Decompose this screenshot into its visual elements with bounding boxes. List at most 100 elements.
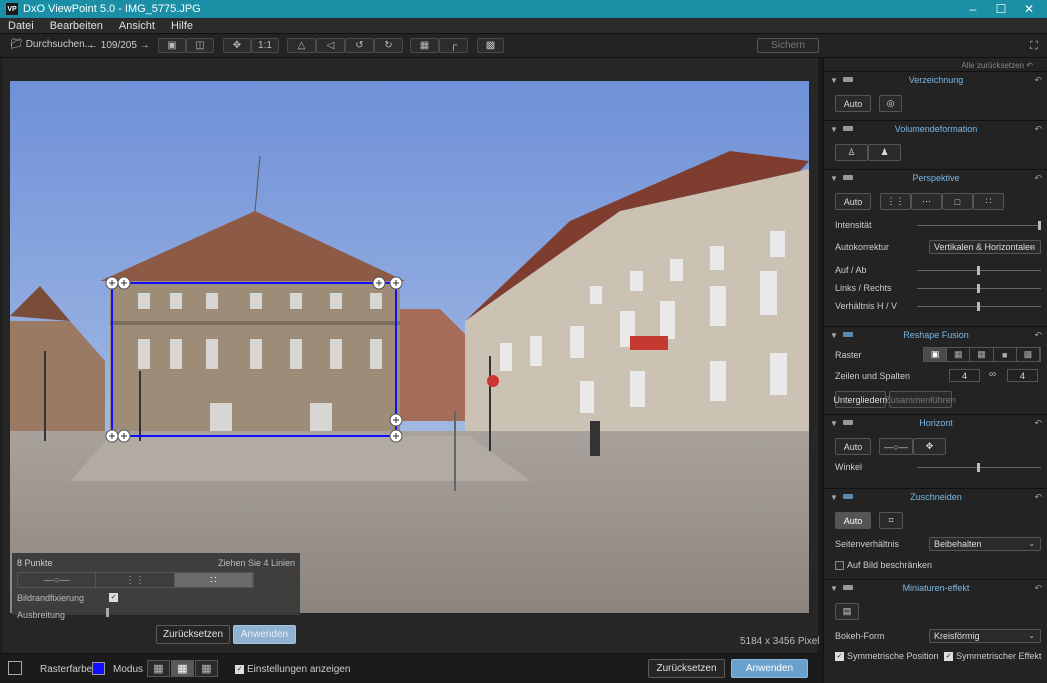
reshape-header[interactable]: ▼ Reshape Fusion ↶ (824, 327, 1047, 343)
aufab-slider[interactable] (917, 266, 1041, 275)
miniature-mode-icon[interactable]: ▤ (835, 603, 859, 620)
autokorrektur-dropdown[interactable]: Vertikalen & Horizontalen ⌄ (929, 240, 1041, 254)
fine-grid-icon[interactable]: ▦ (195, 660, 218, 677)
rows-stepper[interactable]: 4 (949, 369, 980, 382)
grid-2-icon[interactable]: ▦ (947, 348, 971, 361)
perspektive-header[interactable]: ▼ Perspektive ↶ (824, 170, 1047, 186)
section-reset-icon[interactable]: ↶ (1034, 492, 1042, 503)
section-miniatur: ▼ Miniaturen-effekt ↶ ▤ Bokeh-Form Kreis… (824, 579, 1047, 683)
ausbreitung-slider[interactable] (106, 608, 109, 617)
lens-profile-icon[interactable]: ◎ (879, 95, 902, 112)
bildrand-checkbox[interactable]: ✓ (109, 593, 118, 602)
maximize-button[interactable]: ☐ (987, 2, 1015, 16)
viewer-reset-button[interactable]: Zurücksetzen (156, 625, 230, 644)
zusammenfuehren-button[interactable]: Zusammenführen (885, 391, 956, 408)
section-reset-icon[interactable]: ↶ (1034, 173, 1042, 184)
zuschneiden-auto-button[interactable]: Auto (835, 512, 871, 529)
close-button[interactable]: ✕ (1015, 2, 1043, 16)
grid-icon[interactable]: ▦ (410, 38, 439, 53)
rect-grid-icon[interactable]: ▦ (171, 660, 194, 677)
winkel-slider[interactable] (917, 463, 1041, 472)
flip-horizontal-icon[interactable]: △ (287, 38, 316, 53)
bokeh-dropdown[interactable]: Kreisförmig ⌄ (929, 629, 1041, 643)
rotate-right-icon[interactable]: ↻ (374, 38, 403, 53)
minimize-button[interactable]: – (959, 2, 987, 16)
volume-spherical-icon[interactable]: ♟ (868, 144, 901, 161)
linksrechts-slider[interactable] (917, 284, 1041, 293)
aufab-knob[interactable] (977, 266, 980, 275)
raster-color-swatch[interactable] (92, 662, 105, 675)
menu-ansicht[interactable]: Ansicht (111, 20, 163, 32)
intensitaet-knob[interactable] (1038, 221, 1041, 230)
untergliedern-button[interactable]: Untergliedern (833, 391, 888, 408)
eight-points-icon[interactable]: ∷ (973, 193, 1004, 210)
ausbreitung-label: Ausbreitung (17, 610, 66, 620)
cols-stepper[interactable]: 4 (1007, 369, 1038, 382)
horizontal-lines-icon[interactable]: ⋯ (911, 193, 942, 210)
crop-icon[interactable]: ⌗ (879, 512, 903, 529)
section-reset-icon[interactable]: ↶ (1034, 418, 1042, 429)
reset-button[interactable]: Zurücksetzen (648, 659, 725, 678)
menu-datei[interactable]: Datei (0, 20, 42, 32)
winkel-label: Winkel (835, 462, 863, 472)
perspektive-auto-button[interactable]: Auto (835, 193, 871, 210)
volumen-title: Volumendeformation (894, 124, 978, 134)
show-settings-checkbox[interactable]: ✓ (235, 665, 244, 674)
miniatur-header[interactable]: ▼ Miniaturen-effekt ↶ (824, 580, 1047, 596)
vertical-lines-icon[interactable]: ⋮⋮ (880, 193, 911, 210)
prev-arrow-icon[interactable]: ← (88, 40, 98, 51)
verhaeltnis-knob[interactable] (977, 302, 980, 311)
apply-button[interactable]: Anwenden (731, 659, 808, 678)
winkel-knob[interactable] (977, 463, 980, 472)
section-reset-icon[interactable]: ↶ (1034, 330, 1042, 341)
viewer-apply-button[interactable]: Anwenden (233, 625, 296, 644)
verhaeltnis-slider[interactable] (917, 302, 1041, 311)
section-reset-icon[interactable]: ↶ (1034, 583, 1042, 594)
single-view-icon[interactable]: ▣ (158, 38, 186, 53)
compare-view-icon[interactable]: ◫ (186, 38, 214, 53)
preview-icon[interactable]: ▩ (477, 38, 504, 53)
grid-toggle-icon[interactable] (8, 661, 22, 675)
volumen-header[interactable]: ▼ Volumendeformation ↶ (824, 121, 1047, 137)
horizon-cross-icon[interactable]: ✥ (913, 438, 946, 455)
section-reset-icon[interactable]: ↶ (1034, 124, 1042, 135)
autokorrektur-label: Autokorrektur (835, 242, 890, 252)
grid-4-icon[interactable]: ■ (994, 348, 1017, 361)
sym-effect-checkbox[interactable]: ✓ (944, 652, 953, 661)
beschraenken-checkbox[interactable] (835, 561, 844, 570)
verzeichnung-header[interactable]: ▼ Verzeichnung ↶ (824, 72, 1047, 88)
link-icon[interactable]: ∞ (989, 369, 996, 380)
horizon-line-icon[interactable]: —○— (879, 438, 913, 455)
zuschneiden-header[interactable]: ▼ Zuschneiden ↶ (824, 489, 1047, 505)
fullscreen-icon[interactable]: ⛶ (1030, 40, 1038, 53)
rectangle-icon[interactable]: □ (942, 193, 973, 210)
browse-button[interactable]: 📁︎ Durchsuchen... (10, 39, 93, 50)
menu-hilfe[interactable]: Hilfe (163, 20, 201, 32)
save-button[interactable]: Sichern (757, 38, 819, 53)
perspective-grid-icon[interactable]: ▦ (147, 660, 170, 677)
intensitaet-slider[interactable] (917, 221, 1041, 230)
grid-1-icon[interactable]: ▣ (924, 348, 948, 361)
photo-canvas[interactable] (10, 81, 809, 613)
grid-5-icon[interactable]: ▩ (1017, 348, 1041, 361)
seitenverhaeltnis-dropdown[interactable]: Beibehalten ⌄ (929, 537, 1041, 551)
volume-cylindrical-icon[interactable]: ♙ (835, 144, 868, 161)
zoom-1-1-button[interactable]: 1:1 (251, 38, 279, 53)
guides-icon[interactable]: ┌ (439, 38, 468, 53)
next-arrow-icon[interactable]: → (140, 40, 150, 51)
horizont-header[interactable]: ▼ Horizont ↶ (824, 415, 1047, 431)
eight-points-mode-icon[interactable]: ∷ (174, 573, 253, 587)
linksrechts-knob[interactable] (977, 284, 980, 293)
rotate-left-icon[interactable]: ↺ (345, 38, 374, 53)
vertical-lines-mode-icon[interactable]: ⋮⋮ (96, 573, 175, 587)
reset-all-link[interactable]: Alle zurücksetzen ↶ (961, 61, 1033, 70)
move-tool-icon[interactable]: ✥ (223, 38, 251, 53)
grid-3-icon[interactable]: ▦ (970, 348, 994, 361)
sym-position-checkbox[interactable]: ✓ (835, 652, 844, 661)
flip-vertical-icon[interactable]: ◁ (316, 38, 345, 53)
verzeichnung-auto-button[interactable]: Auto (835, 95, 871, 112)
horizont-auto-button[interactable]: Auto (835, 438, 871, 455)
horizontal-lines-mode-icon[interactable]: —○— (18, 573, 97, 587)
section-reset-icon[interactable]: ↶ (1034, 75, 1042, 86)
menu-bearbeiten[interactable]: Bearbeiten (42, 20, 111, 32)
